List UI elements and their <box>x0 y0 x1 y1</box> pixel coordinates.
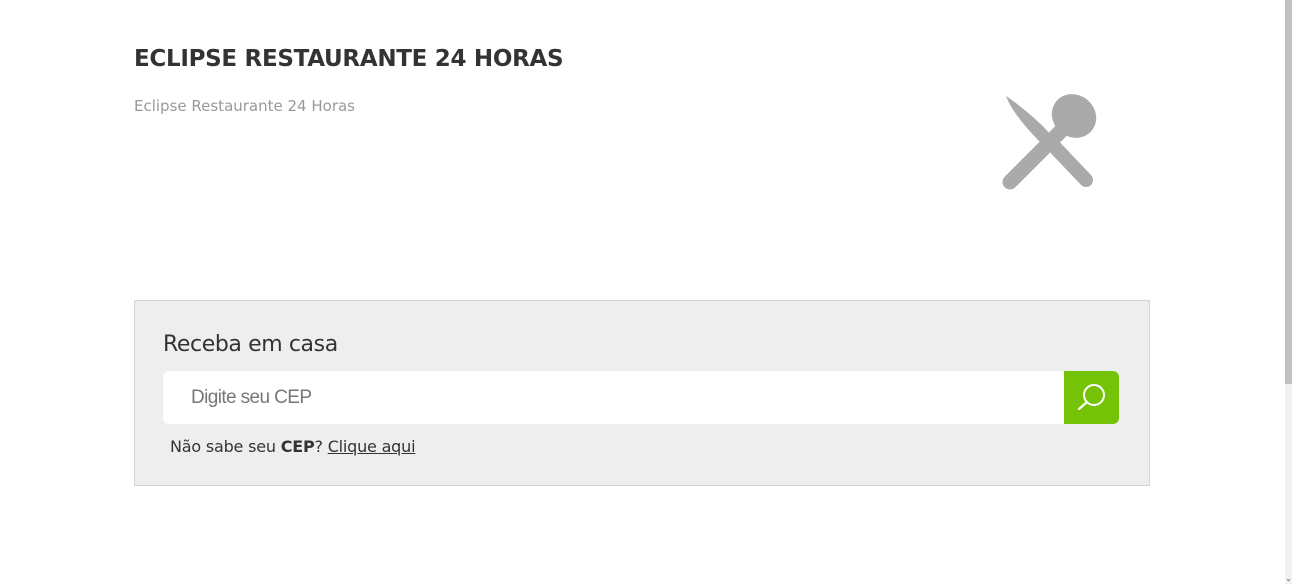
helper-cep-bold: CEP <box>280 437 315 456</box>
helper-question: ? <box>314 437 324 456</box>
scrollbar-thumb[interactable] <box>1285 0 1292 384</box>
helper-prefix: Não sabe seu <box>170 437 281 456</box>
search-icon <box>1076 382 1108 413</box>
restaurant-subtitle: Eclipse Restaurante 24 Horas <box>134 97 355 115</box>
delivery-box: Receba em casa Não sabe seu CEP? Clique … <box>134 300 1150 486</box>
cep-search-row <box>163 371 1119 424</box>
page: ECLIPSE RESTAURANTE 24 HORAS Eclipse Res… <box>0 0 1292 584</box>
scrollbar[interactable]: ⌄ <box>1285 0 1292 584</box>
cep-input[interactable] <box>163 371 1064 424</box>
fork-spoon-icon <box>998 90 1104 194</box>
cep-helper-text: Não sabe seu CEP? Clique aqui <box>170 437 416 456</box>
scroll-down-arrow-icon[interactable]: ⌄ <box>1285 574 1292 584</box>
header: ECLIPSE RESTAURANTE 24 HORAS Eclipse Res… <box>134 44 1150 244</box>
delivery-title: Receba em casa <box>163 332 338 357</box>
restaurant-title: ECLIPSE RESTAURANTE 24 HORAS <box>134 46 564 72</box>
search-button[interactable] <box>1064 371 1119 424</box>
find-cep-link[interactable]: Clique aqui <box>328 437 416 456</box>
